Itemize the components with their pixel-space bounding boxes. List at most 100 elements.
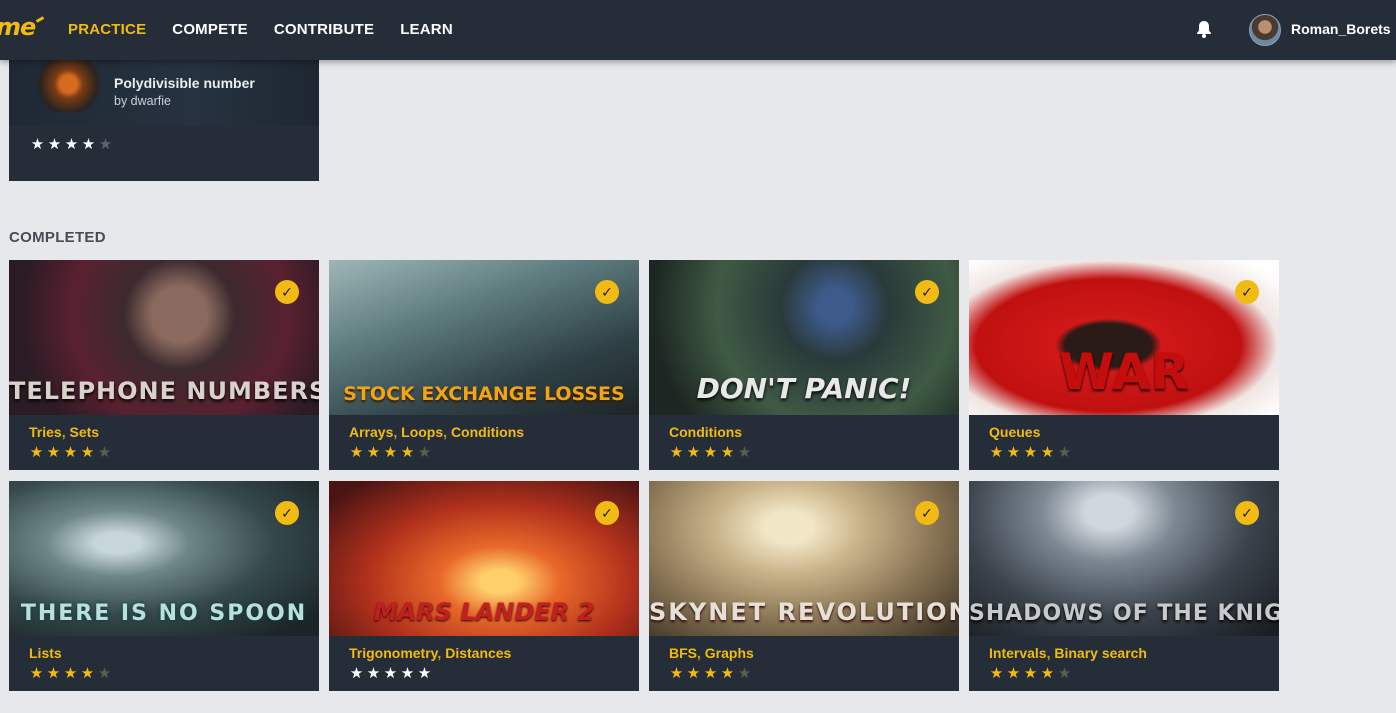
puzzle-card-dont-panic[interactable]: DON'T PANIC! ✓ Conditions ★ ★ ★ ★ ★ — [649, 260, 959, 470]
star-icon: ★ — [46, 665, 61, 682]
puzzle-tags: Intervals, Binary search — [989, 645, 1147, 661]
nav-compete[interactable]: COMPETE — [172, 20, 248, 40]
tag[interactable]: Queues — [989, 424, 1040, 440]
puzzle-card-skynet-revolution[interactable]: SKYNET REVOLUTION ✓ BFS, Graphs ★ ★ ★ ★ ★ — [649, 481, 959, 691]
star-icon: ★ — [1040, 665, 1055, 682]
puzzle-card-telephone-numbers[interactable]: TELEPHONE NUMBERS ✓ Tries, Sets ★ ★ ★ ★ ★ — [9, 260, 319, 470]
tag[interactable]: Conditions — [451, 424, 524, 440]
star-icon: ★ — [97, 665, 112, 682]
tag[interactable]: Intervals — [989, 645, 1047, 661]
nav-practice[interactable]: PRACTICE — [68, 20, 146, 40]
star-icon: ★ — [417, 444, 432, 461]
star-icon: ★ — [30, 136, 45, 153]
puzzle-rating: ★ ★ ★ ★ ★ — [989, 444, 1072, 461]
star-icon: ★ — [417, 665, 432, 682]
puzzle-title: Polydivisible number — [114, 75, 255, 91]
puzzle-card-stock-exchange[interactable]: STOCK EXCHANGE LOSSES ✓ Arrays, Loops, C… — [329, 260, 639, 470]
star-icon: ★ — [989, 444, 1004, 461]
star-icon: ★ — [1006, 665, 1021, 682]
check-icon: ✓ — [275, 280, 299, 304]
puzzle-tags: Arrays, Loops, Conditions — [349, 424, 525, 440]
puzzle-art: WAR — [969, 260, 1279, 415]
star-icon: ★ — [29, 665, 44, 682]
puzzle-art-title: SKYNET REVOLUTION — [649, 598, 959, 626]
puzzle-card-shadows-of-the-knight[interactable]: SHADOWS OF THE KNIGHT ✓ Intervals, Binar… — [969, 481, 1279, 691]
bell-icon[interactable] — [1194, 19, 1214, 39]
puzzle-art: DON'T PANIC! — [649, 260, 959, 415]
puzzle-art-title: THERE IS NO SPOON — [20, 601, 308, 626]
star-icon: ★ — [669, 665, 684, 682]
star-icon: ★ — [1040, 444, 1055, 461]
star-icon: ★ — [720, 665, 735, 682]
star-icon: ★ — [720, 444, 735, 461]
star-icon: ★ — [737, 665, 752, 682]
puzzle-art-title: STOCK EXCHANGE LOSSES — [343, 383, 625, 405]
star-icon: ★ — [1006, 444, 1021, 461]
star-icon: ★ — [46, 444, 61, 461]
check-icon: ✓ — [275, 501, 299, 525]
site-logo[interactable]: me — [0, 13, 36, 41]
star-icon: ★ — [383, 665, 398, 682]
puzzle-tags: Queues — [989, 424, 1040, 440]
tag[interactable]: Graphs — [705, 645, 754, 661]
puzzle-art: TELEPHONE NUMBERS — [9, 260, 319, 415]
star-icon: ★ — [686, 665, 701, 682]
tag[interactable]: Sets — [69, 424, 99, 440]
puzzle-art-title: SHADOWS OF THE KNIGHT — [969, 601, 1279, 626]
puzzle-art-title: DON'T PANIC! — [696, 372, 912, 405]
main-nav: PRACTICE COMPETE CONTRIBUTE LEARN — [68, 20, 479, 40]
star-icon: ★ — [686, 444, 701, 461]
star-icon: ★ — [80, 444, 95, 461]
star-icon: ★ — [400, 665, 415, 682]
tag[interactable]: BFS — [669, 645, 697, 661]
puzzle-card-polydivisible[interactable]: Polydivisible number by dwarfie ★ ★ ★ ★ … — [9, 50, 319, 181]
tag[interactable]: Distances — [445, 645, 511, 661]
star-icon: ★ — [97, 444, 112, 461]
puzzle-card-mars-lander-2[interactable]: MARS LANDER 2 ✓ Trigonometry, Distances … — [329, 481, 639, 691]
puzzle-rating: ★ ★ ★ ★ ★ — [349, 665, 432, 682]
username[interactable]: Roman_Borets — [1291, 21, 1391, 37]
check-icon: ✓ — [595, 280, 619, 304]
tag[interactable]: Lists — [29, 645, 62, 661]
star-icon: ★ — [80, 665, 95, 682]
puzzle-tags: Trigonometry, Distances — [349, 645, 512, 661]
tag[interactable]: Trigonometry — [349, 645, 437, 661]
star-icon: ★ — [81, 136, 96, 153]
puzzle-art-title: TELEPHONE NUMBERS — [9, 377, 319, 405]
puzzle-art: SKYNET REVOLUTION — [649, 481, 959, 636]
star-icon: ★ — [29, 444, 44, 461]
puzzle-rating: ★ ★ ★ ★ ★ — [669, 444, 752, 461]
tag[interactable]: Arrays — [349, 424, 393, 440]
nav-contribute[interactable]: CONTRIBUTE — [274, 20, 374, 40]
puzzle-tags: BFS, Graphs — [669, 645, 754, 661]
puzzle-rating: ★ ★ ★ ★ ★ — [29, 444, 112, 461]
star-icon: ★ — [47, 136, 62, 153]
puzzle-tags: Tries, Sets — [29, 424, 100, 440]
star-icon: ★ — [63, 665, 78, 682]
puzzle-card-there-is-no-spoon[interactable]: THERE IS NO SPOON ✓ Lists ★ ★ ★ ★ ★ — [9, 481, 319, 691]
star-icon: ★ — [400, 444, 415, 461]
tag[interactable]: Loops — [401, 424, 443, 440]
puzzle-rating: ★ ★ ★ ★ ★ — [989, 665, 1072, 682]
star-icon: ★ — [366, 665, 381, 682]
star-icon: ★ — [63, 444, 78, 461]
check-icon: ✓ — [1235, 501, 1259, 525]
puzzle-author: by dwarfie — [114, 94, 171, 108]
tag[interactable]: Binary search — [1054, 645, 1147, 661]
user-avatar[interactable] — [1249, 14, 1281, 46]
star-icon: ★ — [366, 444, 381, 461]
logo-mark-icon — [35, 16, 45, 23]
tag[interactable]: Conditions — [669, 424, 742, 440]
star-icon: ★ — [989, 665, 1004, 682]
puzzle-rating: ★ ★ ★ ★ ★ — [669, 665, 752, 682]
puzzle-thumbnail — [37, 56, 107, 112]
star-icon: ★ — [349, 444, 364, 461]
puzzle-card-war[interactable]: WAR ✓ Queues ★ ★ ★ ★ ★ — [969, 260, 1279, 470]
nav-learn[interactable]: LEARN — [400, 20, 453, 40]
completed-puzzles-grid: TELEPHONE NUMBERS ✓ Tries, Sets ★ ★ ★ ★ ★ ST… — [9, 260, 1279, 692]
check-icon: ✓ — [915, 280, 939, 304]
puzzle-art-title: MARS LANDER 2 — [373, 598, 595, 626]
tag[interactable]: Tries — [29, 424, 62, 440]
section-title-completed: COMPLETED — [9, 229, 106, 246]
star-icon: ★ — [383, 444, 398, 461]
